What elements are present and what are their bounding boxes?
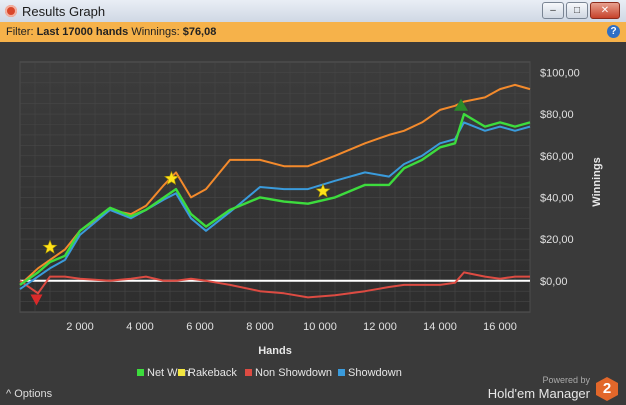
legend-swatch xyxy=(137,369,144,376)
app-icon xyxy=(5,5,17,17)
winnings-label: Winnings: xyxy=(131,26,180,38)
y-tick-label: $40,00 xyxy=(540,192,574,204)
maximize-icon[interactable]: □ xyxy=(566,2,588,19)
x-tick-label: 6 000 xyxy=(186,321,214,333)
legend-swatch xyxy=(338,369,345,376)
legend-swatch xyxy=(245,369,252,376)
x-tick-label: 12 000 xyxy=(363,321,397,333)
y-tick-label: $0,00 xyxy=(540,276,568,288)
options-button[interactable]: ^ Options xyxy=(6,388,52,400)
legend-label: Showdown xyxy=(348,367,402,379)
legend-label: Rakeback xyxy=(188,367,237,379)
x-tick-label: 8 000 xyxy=(246,321,274,333)
results-graph-chart: 2 000 4 000 6 000 8 000 10 000 12 000 14 000 16… xyxy=(0,42,626,382)
legend-swatch xyxy=(178,369,185,376)
y-tick-label: $20,00 xyxy=(540,234,574,246)
x-tick-label: 14 000 xyxy=(423,321,457,333)
x-tick-label: 4 000 xyxy=(126,321,154,333)
x-tick-label: 16 000 xyxy=(483,321,517,333)
x-tick-label: 10 000 xyxy=(303,321,337,333)
filter-hands: Last 17000 hands xyxy=(36,26,129,38)
y-tick-label: $80,00 xyxy=(540,109,574,121)
product-name: Hold'em Manager xyxy=(487,386,590,401)
legend-label: Non Showdown xyxy=(255,367,332,379)
help-icon[interactable]: ? xyxy=(607,25,620,38)
y-tick-label: $100,00 xyxy=(540,67,580,79)
window-titlebar: Results Graph – □ ✕ xyxy=(0,0,626,23)
filter-bar: Filter: Last 17000 hands Winnings: $76,0… xyxy=(0,22,626,43)
window-title: Results Graph xyxy=(22,4,106,19)
window-controls: – □ ✕ xyxy=(542,2,620,19)
y-axis-label: Winnings xyxy=(591,157,603,206)
x-axis-label: Hands xyxy=(258,345,292,357)
filter-prefix: Filter: xyxy=(6,26,34,38)
close-icon[interactable]: ✕ xyxy=(590,2,620,19)
winnings-value: $76,08 xyxy=(182,26,217,38)
powered-by-label: Powered by xyxy=(542,375,590,385)
bottom-bar: ^ Options Powered by Hold'em Manager 2 xyxy=(0,375,626,405)
x-tick-label: 2 000 xyxy=(66,321,94,333)
minimize-icon[interactable]: – xyxy=(542,2,564,19)
y-tick-label: $60,00 xyxy=(540,151,574,163)
